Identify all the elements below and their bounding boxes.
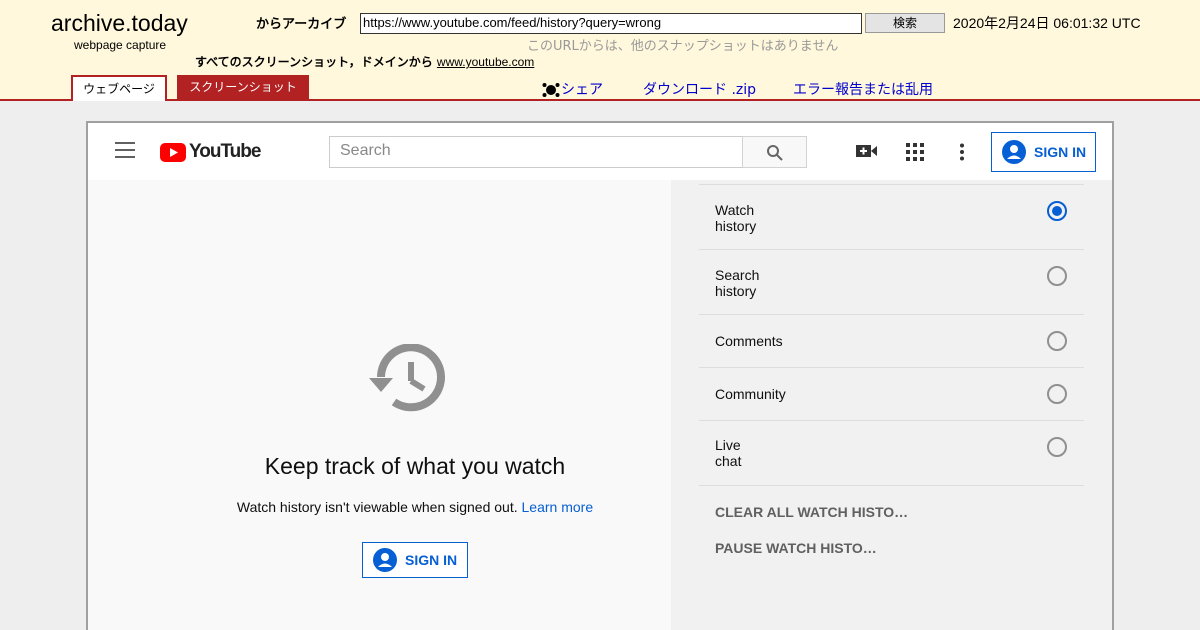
option-label: Comments [715,333,783,349]
archive-header: archive.today webpage capture からアーカイブ ht… [0,0,1200,101]
tab-screenshot[interactable]: スクリーンショット [177,75,309,99]
radio-community[interactable] [1047,384,1067,404]
youtube-masthead: YouTube Search SIGN IN [88,123,1112,180]
account-icon [373,548,397,572]
archive-search-button[interactable]: 検索 [865,13,945,33]
history-type-panel: Watch history Search history Comments Comm… [671,180,1112,630]
radio-comments[interactable] [1047,331,1067,351]
history-icon [369,344,445,412]
apps-grid-icon[interactable] [906,143,924,161]
sign-in-button-header[interactable]: SIGN IN [991,132,1096,172]
no-other-snapshots-text: このURLからは、他のスナップショットはありません [527,39,839,54]
youtube-play-logo-icon [160,142,186,162]
signed-out-note: Watch history isn't viewable when signed… [236,499,518,515]
sign-in-label: SIGN IN [405,552,458,568]
option-label: Search history [715,267,760,299]
archive-from-label: からアーカイブ [256,17,347,32]
search-button[interactable] [742,136,807,168]
sign-in-label: SIGN IN [1034,144,1087,160]
account-icon [1002,140,1026,164]
archive-url-input[interactable]: https://www.youtube.com/feed/history?que… [360,13,862,34]
pause-watch-history-button[interactable]: PAUSE WATCH HISTO… [715,540,877,556]
captured-page-frame: YouTube Search SIGN IN Keep track of wha… [86,121,1114,630]
history-type-option[interactable]: Live chat [699,420,1084,486]
option-label: Live chat [715,437,742,469]
radio-search-history[interactable] [1047,266,1067,286]
archive-logo[interactable]: archive.today [51,10,188,37]
search-icon [767,145,783,161]
search-input[interactable]: Search [329,136,743,168]
create-video-icon[interactable] [856,143,878,159]
all-screenshots-text: すべてのスクリーンショット，ドメインから www.youtube.com [195,53,534,70]
empty-state-headline: Keep track of what you watch [264,453,566,479]
report-error-link[interactable]: エラー報告または乱用 [793,79,933,99]
radio-watch-history[interactable] [1047,201,1067,221]
hamburger-menu-icon[interactable] [115,142,135,158]
share-icon[interactable] [542,82,560,98]
youtube-logo[interactable]: YouTube [160,141,261,163]
download-zip-link[interactable]: ダウンロード .zip [643,79,756,99]
radio-live-chat[interactable] [1047,437,1067,457]
clear-all-watch-history-button[interactable]: CLEAR ALL WATCH HISTO… [715,504,908,520]
history-type-option[interactable]: Community [699,367,1084,420]
option-label: Watch history [715,202,757,234]
more-options-icon[interactable] [959,143,965,161]
history-type-option[interactable]: Watch history [699,184,1084,249]
history-type-option[interactable]: Comments [699,314,1084,367]
history-type-option[interactable]: Search history [699,249,1084,314]
all-screenshots-label: すべてのスクリーンショット，ドメインから [195,55,433,69]
tab-webpage[interactable]: ウェブページ [71,75,167,101]
sign-in-button-main[interactable]: SIGN IN [362,542,468,578]
snapshot-datetime: 2020年2月24日 06:01:32 UTC [953,15,1141,31]
empty-state-description: Watch history isn't viewable when signed… [88,499,742,515]
share-link[interactable]: シェア [561,79,603,99]
learn-more-link[interactable]: Learn more [522,499,594,515]
option-label: Community [715,386,786,402]
youtube-logo-text: YouTube [189,141,261,162]
archive-subtitle: webpage capture [74,38,167,52]
domain-link[interactable]: www.youtube.com [437,55,534,69]
